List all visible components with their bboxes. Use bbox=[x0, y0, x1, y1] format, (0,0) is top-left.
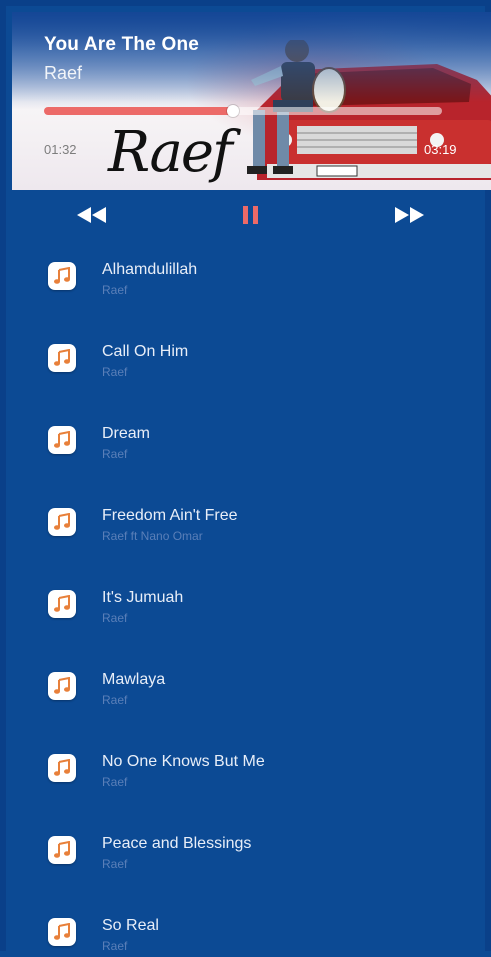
track-artist: Raef bbox=[102, 283, 128, 297]
playlist-item[interactable]: Mawlaya Raef bbox=[12, 650, 491, 732]
track-artist: Raef bbox=[102, 611, 128, 625]
album-signature: Raef bbox=[108, 120, 233, 185]
track-title: No One Knows But Me bbox=[102, 753, 265, 770]
track-title: Mawlaya bbox=[102, 671, 166, 688]
progress-bar[interactable] bbox=[44, 105, 442, 117]
track-artist: Raef bbox=[102, 447, 128, 461]
playlist-item[interactable]: So Real Raef bbox=[12, 896, 491, 957]
album-art-overlay bbox=[12, 12, 491, 102]
track-title: It's Jumuah bbox=[102, 589, 184, 606]
playlist: Alhamdulillah Raef Call On Him Raef Dream Rae… bbox=[12, 240, 491, 957]
track-title: Peace and Blessings bbox=[102, 835, 252, 852]
music-note-icon bbox=[48, 508, 76, 536]
playlist-item[interactable]: Dream Raef bbox=[12, 404, 491, 486]
now-playing-artist: Raef bbox=[44, 63, 83, 83]
track-title: Freedom Ain't Free bbox=[102, 507, 238, 524]
track-title: Call On Him bbox=[102, 343, 189, 360]
track-artist: Raef bbox=[102, 693, 128, 707]
playlist-item[interactable]: It's Jumuah Raef bbox=[12, 568, 491, 650]
track-artist: Raef bbox=[102, 775, 128, 789]
next-button[interactable] bbox=[388, 200, 432, 230]
fast-forward-icon bbox=[395, 207, 424, 223]
track-artist: Raef bbox=[102, 365, 128, 379]
now-playing-header: Raef You Are The One Raef 01:32 03:19 bbox=[12, 12, 491, 190]
music-note-icon bbox=[48, 836, 76, 864]
music-note-icon bbox=[48, 344, 76, 372]
track-title: Alhamdulillah bbox=[102, 261, 198, 278]
playlist-item[interactable]: No One Knows But Me Raef bbox=[12, 732, 491, 814]
music-note-icon bbox=[48, 918, 76, 946]
music-note-icon bbox=[48, 262, 76, 290]
music-note-icon bbox=[48, 426, 76, 454]
music-note-icon bbox=[48, 754, 76, 782]
current-time: 01:32 bbox=[44, 142, 77, 157]
total-time: 03:19 bbox=[424, 142, 457, 157]
progress-fill bbox=[44, 107, 234, 115]
music-note-icon bbox=[48, 590, 76, 618]
playlist-item[interactable]: Freedom Ain't Free Raef ft Nano Omar bbox=[12, 486, 491, 568]
music-note-icon bbox=[48, 672, 76, 700]
track-title: So Real bbox=[102, 917, 159, 934]
playback-controls bbox=[12, 190, 491, 240]
track-title: Dream bbox=[102, 425, 151, 442]
track-artist: Raef bbox=[102, 857, 128, 871]
track-artist: Raef ft Nano Omar bbox=[102, 529, 203, 543]
pause-button[interactable] bbox=[234, 200, 268, 230]
pause-icon bbox=[243, 206, 258, 224]
playlist-item[interactable]: Alhamdulillah Raef bbox=[12, 240, 491, 322]
now-playing-title: You Are The One bbox=[44, 34, 200, 55]
playlist-item[interactable]: Peace and Blessings Raef bbox=[12, 814, 491, 896]
previous-button[interactable] bbox=[70, 200, 114, 230]
rewind-icon bbox=[77, 207, 106, 223]
app-frame: Raef You Are The One Raef 01:32 03:19 Al… bbox=[0, 0, 491, 953]
playlist-item[interactable]: Call On Him Raef bbox=[12, 322, 491, 404]
progress-thumb[interactable] bbox=[227, 105, 240, 117]
